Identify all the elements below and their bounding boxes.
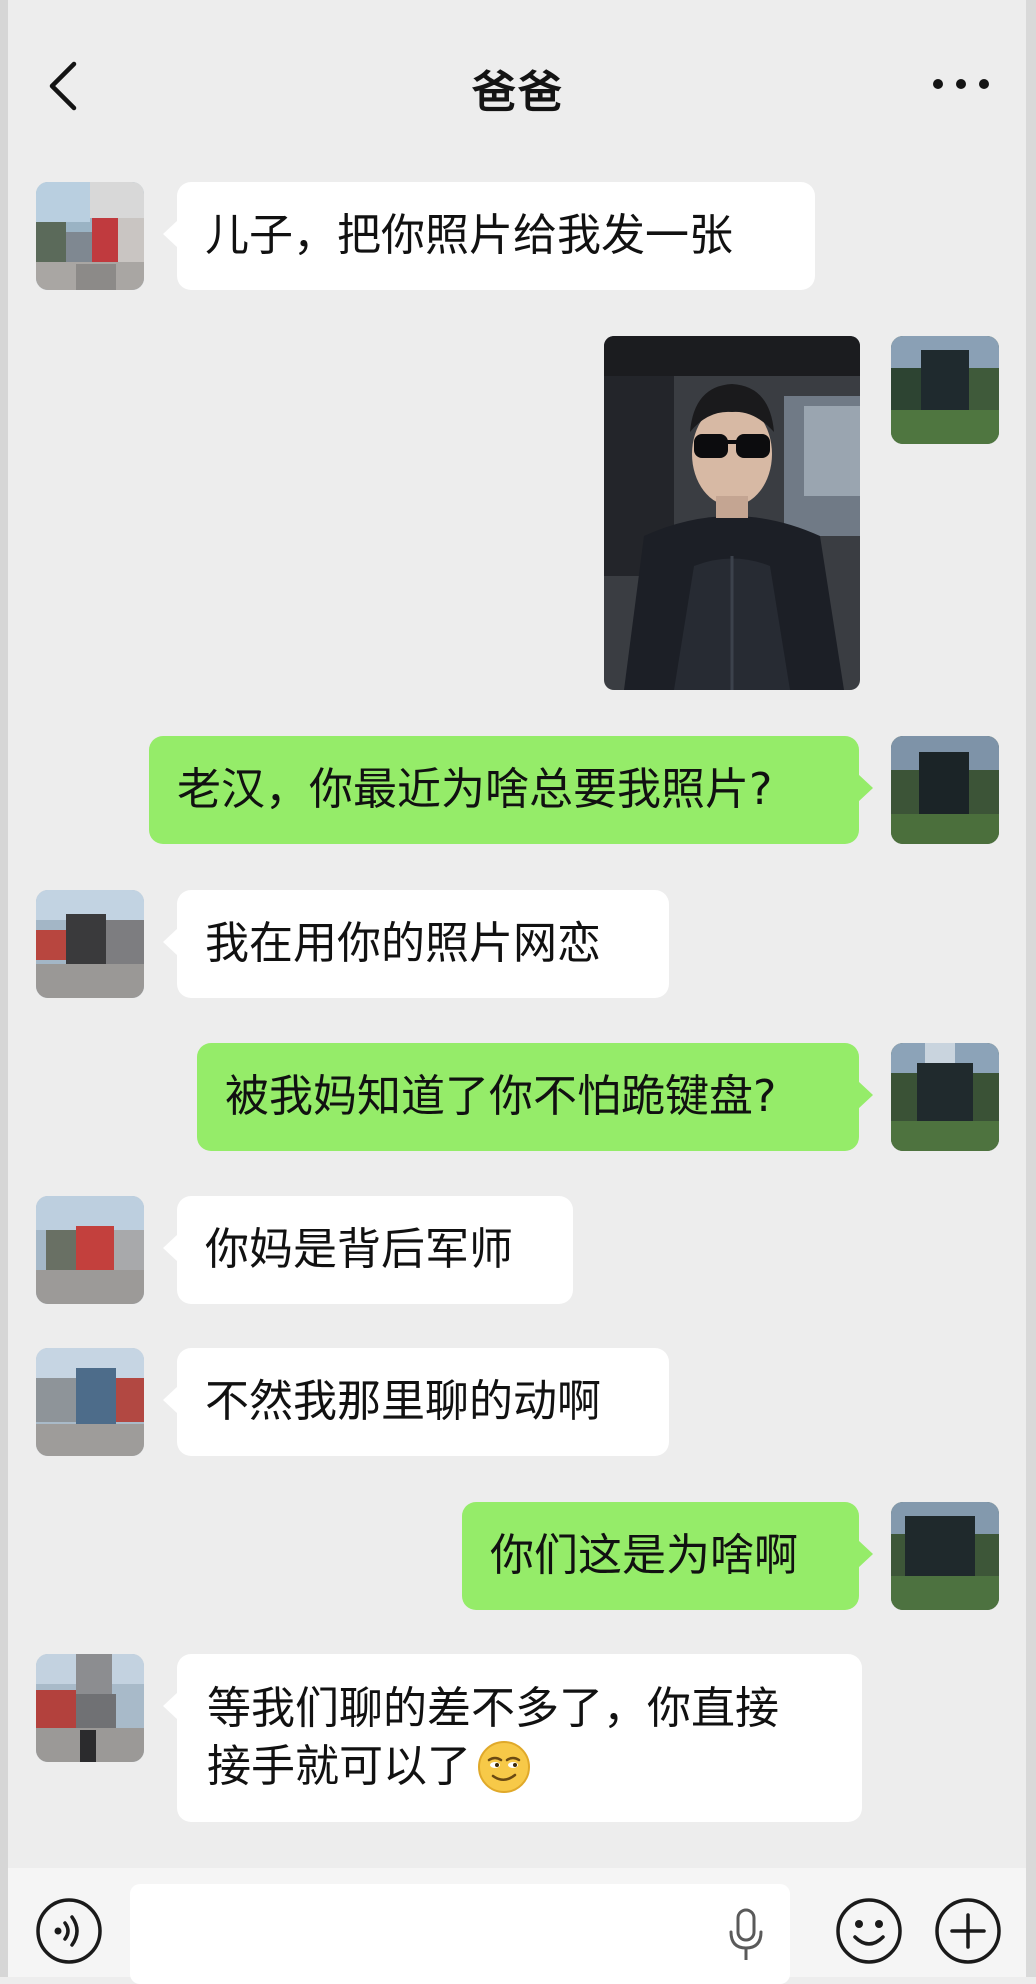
avatar-me[interactable] bbox=[891, 1502, 999, 1610]
more-functions-button[interactable] bbox=[933, 1896, 1003, 1966]
message-text-line: 等我们聊的差不多了，你直接 bbox=[207, 1683, 779, 1734]
microphone-icon bbox=[729, 1908, 763, 1960]
voice-toggle-button[interactable] bbox=[34, 1896, 104, 1966]
chat-title: 爸爸 bbox=[472, 67, 564, 118]
input-bar bbox=[8, 1868, 1026, 1984]
avatar-dad[interactable] bbox=[36, 182, 144, 290]
message-input[interactable] bbox=[130, 1884, 790, 1984]
screen-edge-right bbox=[1026, 0, 1036, 1977]
message-bubble-incoming[interactable]: 你妈是背后军师 bbox=[163, 1196, 573, 1304]
message-text: 不然我那里聊的动啊 bbox=[205, 1376, 601, 1427]
screen-edge-left bbox=[0, 0, 8, 1977]
image-message[interactable] bbox=[604, 336, 860, 690]
message-text: 儿子，把你照片给我发一张 bbox=[205, 210, 733, 261]
plus-icon bbox=[935, 1898, 1001, 1964]
message-text: 你妈是背后军师 bbox=[205, 1224, 513, 1275]
message-bubble-incoming[interactable]: 儿子，把你照片给我发一张 bbox=[163, 182, 815, 290]
emoji-button[interactable] bbox=[834, 1896, 904, 1966]
selfie-photo bbox=[604, 336, 860, 690]
avatar-me[interactable] bbox=[891, 1043, 999, 1151]
voice-icon bbox=[36, 1898, 102, 1964]
message-bubble-incoming[interactable]: 我在用你的照片网恋 bbox=[163, 890, 669, 998]
message-text: 老汉，你最近为啥总要我照片? bbox=[177, 764, 773, 815]
more-button[interactable] bbox=[930, 66, 992, 102]
message-bubble-outgoing[interactable]: 老汉，你最近为啥总要我照片? bbox=[149, 736, 873, 844]
microphone-button[interactable] bbox=[726, 1908, 766, 1962]
chat-header: 爸爸 bbox=[0, 0, 1036, 170]
message-text: 被我妈知道了你不怕跪键盘? bbox=[225, 1071, 777, 1122]
message-text-line-with-emoji: 接手就可以了 bbox=[207, 1738, 832, 1796]
message-text: 我在用你的照片网恋 bbox=[205, 918, 601, 969]
more-dots-icon bbox=[933, 79, 989, 89]
message-bubble-outgoing[interactable]: 你们这是为啥啊 bbox=[462, 1502, 873, 1610]
avatar-me[interactable] bbox=[891, 736, 999, 844]
message-text: 接手就可以了 bbox=[207, 1741, 471, 1792]
message-bubble-incoming[interactable]: 不然我那里聊的动啊 bbox=[163, 1348, 669, 1456]
avatar-dad[interactable] bbox=[36, 890, 144, 998]
avatar-dad[interactable] bbox=[36, 1196, 144, 1304]
message-text: 你们这是为啥啊 bbox=[490, 1530, 798, 1581]
message-bubble-outgoing[interactable]: 被我妈知道了你不怕跪键盘? bbox=[197, 1043, 873, 1151]
smirk-emoji-icon bbox=[478, 1741, 530, 1793]
avatar-dad[interactable] bbox=[36, 1348, 144, 1456]
emoji-icon bbox=[836, 1898, 902, 1964]
avatar-me[interactable] bbox=[891, 336, 999, 444]
avatar-dad[interactable] bbox=[36, 1654, 144, 1762]
message-bubble-incoming[interactable]: 等我们聊的差不多了，你直接 接手就可以了 bbox=[163, 1654, 862, 1822]
